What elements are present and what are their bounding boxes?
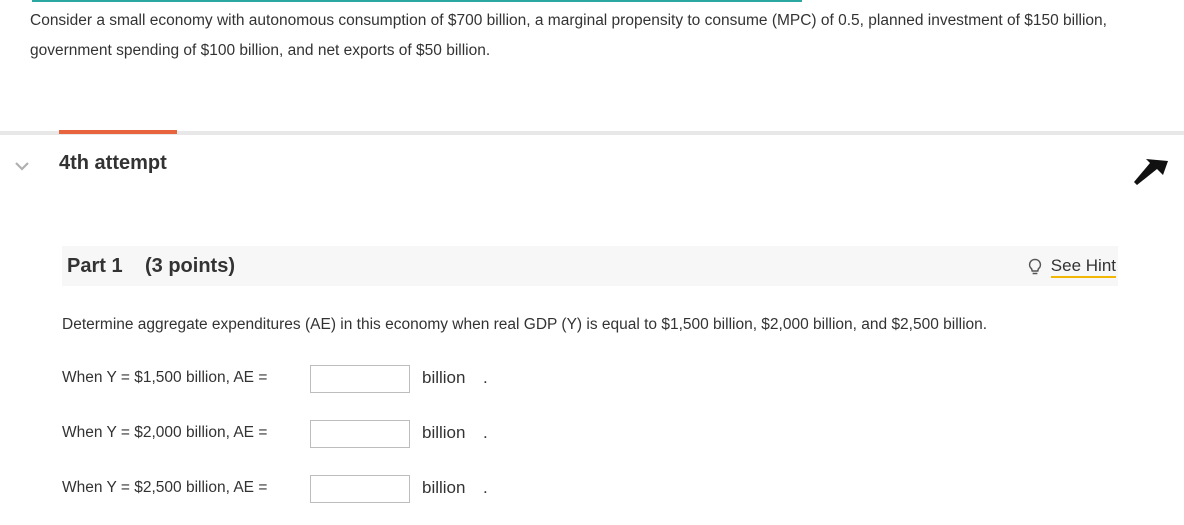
part-instruction: Determine aggregate expenditures (AE) in… xyxy=(62,316,988,333)
attempt-label[interactable]: 4th attempt xyxy=(59,152,167,175)
period-2500: . xyxy=(483,478,488,497)
attempt-progress-indicator xyxy=(59,130,177,134)
unit-label-2500: billion xyxy=(422,478,466,497)
cursor-arrow-icon xyxy=(1134,159,1168,185)
lightbulb-icon xyxy=(1028,258,1041,275)
see-hint-button[interactable]: See Hint xyxy=(1028,254,1116,280)
period-2000: . xyxy=(483,423,488,442)
see-hint-label[interactable]: See Hint xyxy=(1050,256,1116,278)
unit-label-1500: billion xyxy=(422,368,466,387)
section-divider xyxy=(0,131,1184,135)
answer-row-2000: When Y = $2,000 billion, AE = billion . xyxy=(62,420,562,448)
answer-label-2000: When Y = $2,000 billion, AE = xyxy=(62,424,268,441)
part-header: Part 1 (3 points) See Hint xyxy=(62,246,1118,286)
chevron-down-icon[interactable] xyxy=(14,160,30,172)
answer-label-1500: When Y = $1,500 billion, AE = xyxy=(62,369,268,386)
top-accent-line xyxy=(32,0,802,2)
ae-input-1500[interactable] xyxy=(310,365,410,393)
ae-input-2000[interactable] xyxy=(310,420,410,448)
unit-label-2000: billion xyxy=(422,423,466,442)
answer-row-1500: When Y = $1,500 billion, AE = billion . xyxy=(62,365,562,393)
answer-label-2500: When Y = $2,500 billion, AE = xyxy=(62,479,268,496)
ae-input-2500[interactable] xyxy=(310,475,410,503)
period-1500: . xyxy=(483,368,488,387)
answer-row-2500: When Y = $2,500 billion, AE = billion . xyxy=(62,475,562,503)
part-title: Part 1 xyxy=(67,255,123,277)
question-text: Consider a small economy with autonomous… xyxy=(30,12,1107,59)
part-points: (3 points) xyxy=(145,255,235,277)
